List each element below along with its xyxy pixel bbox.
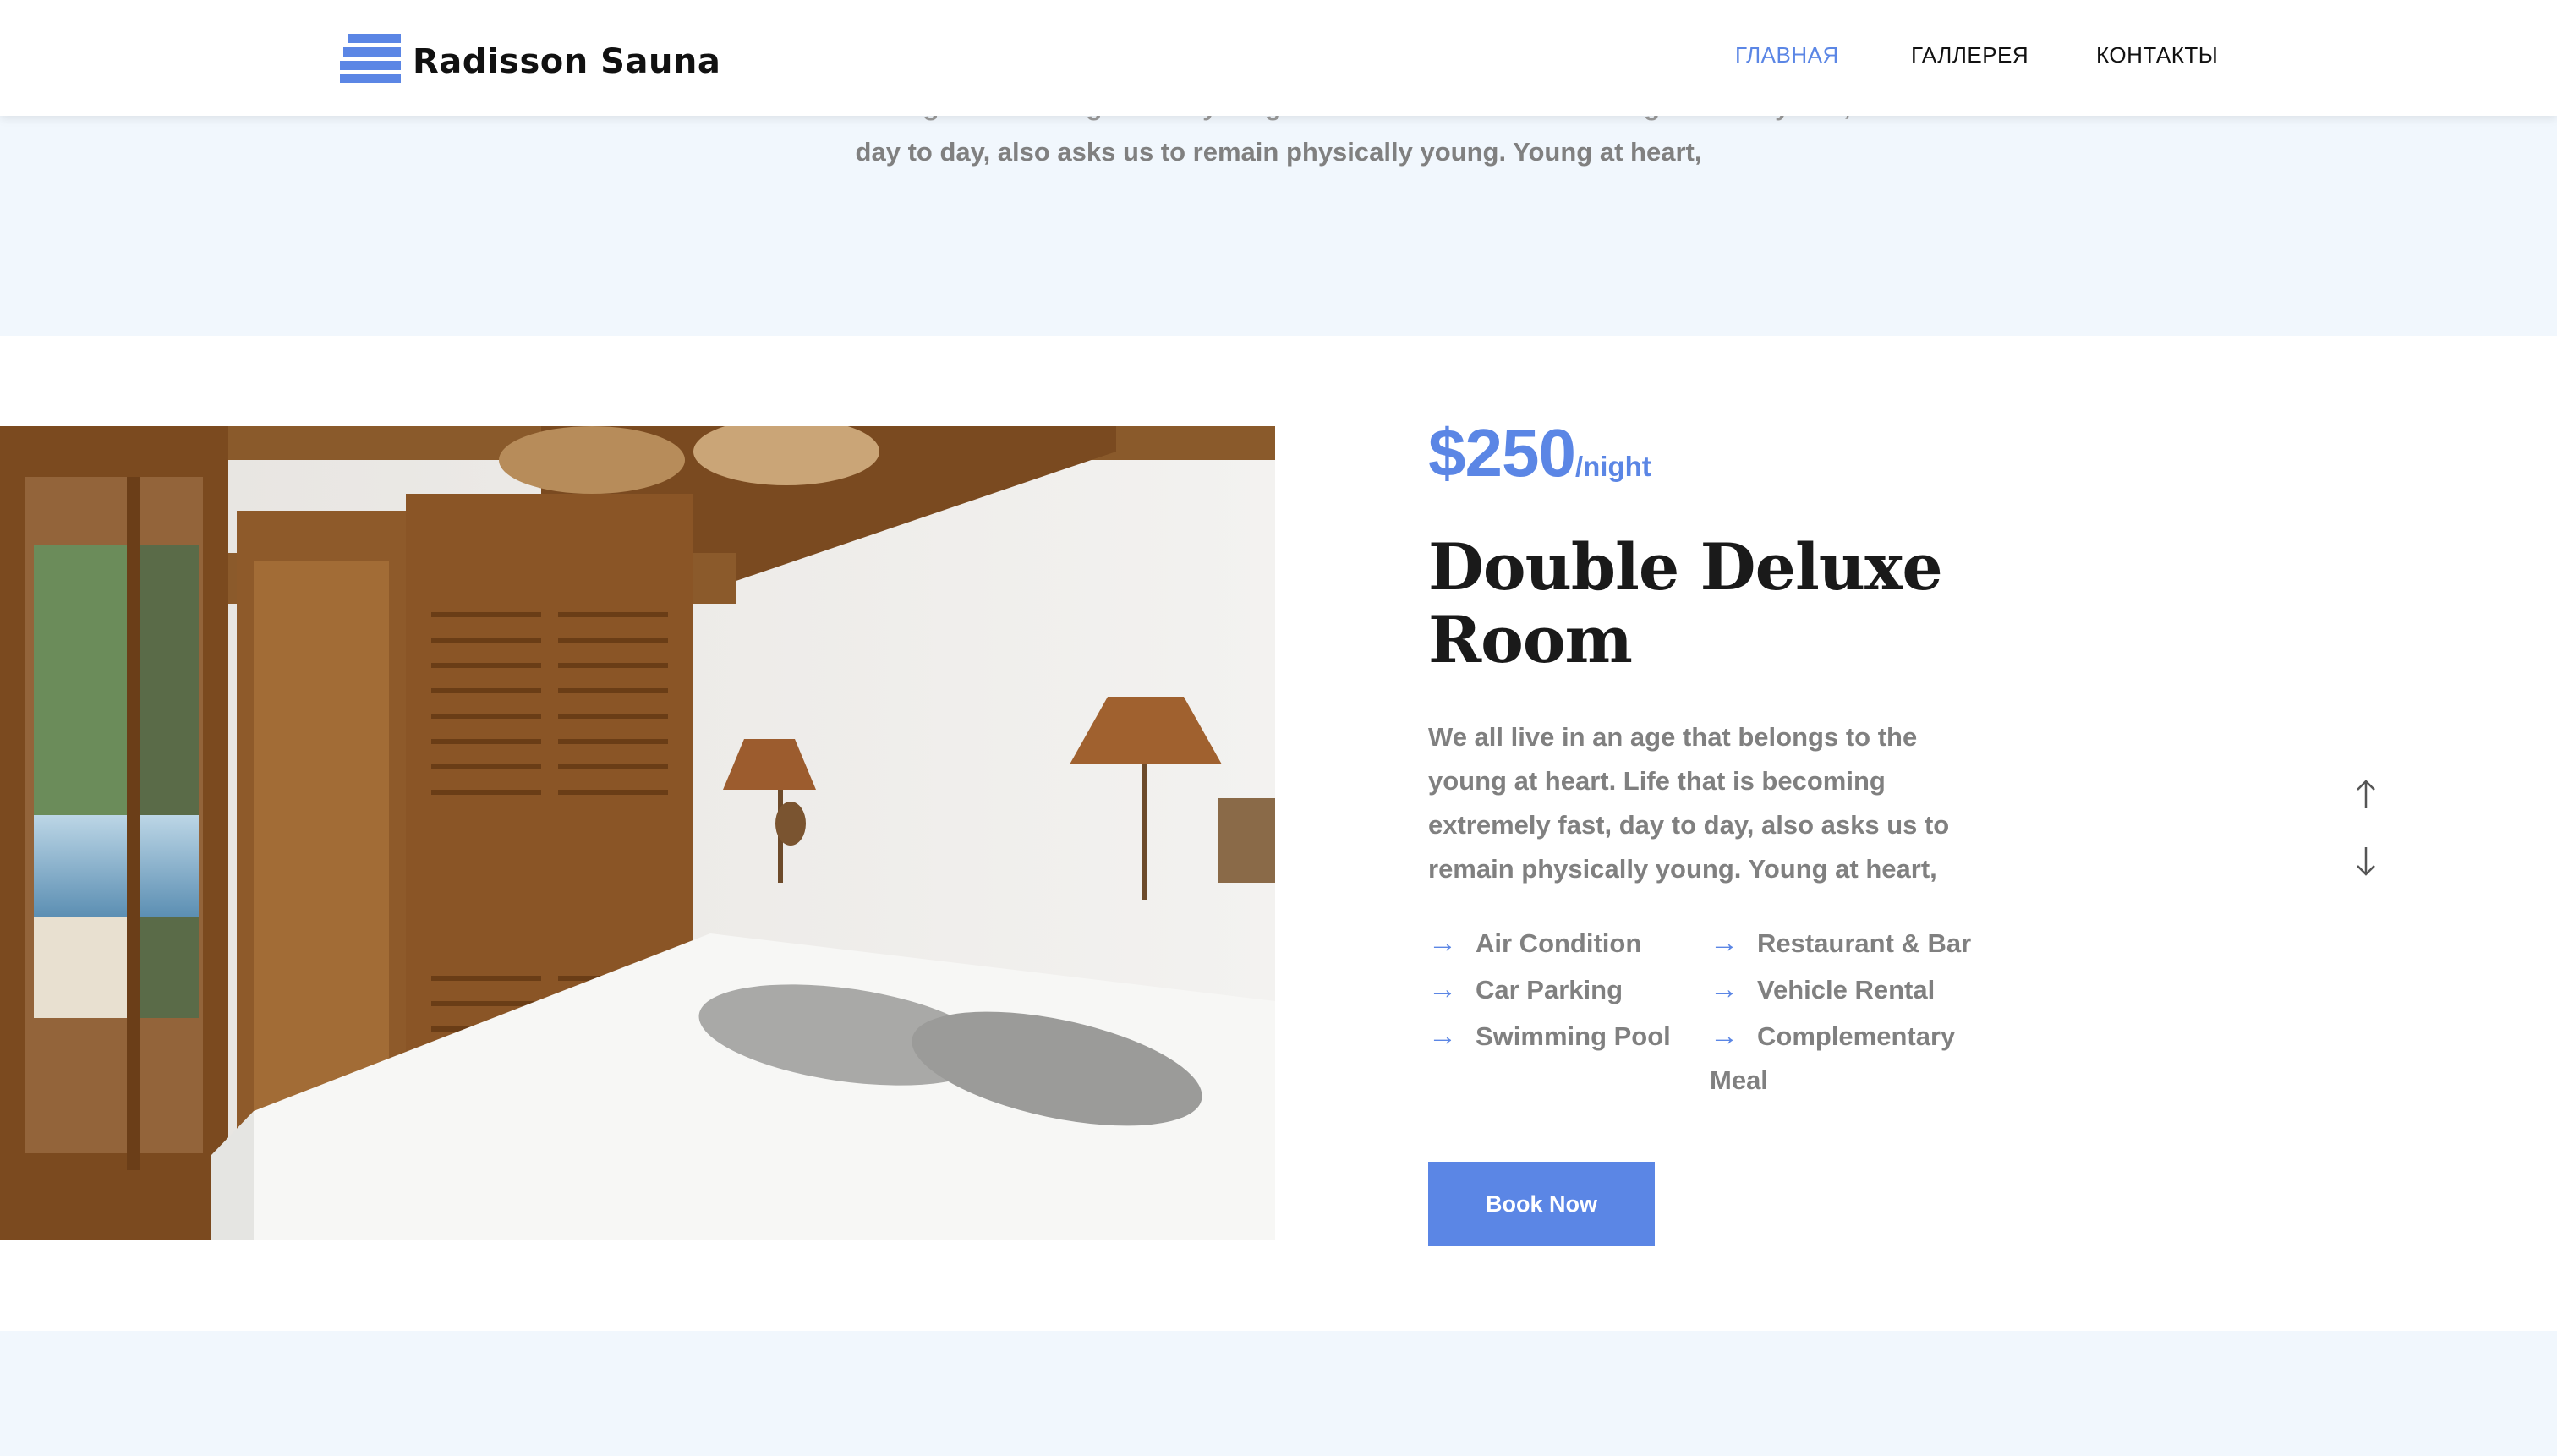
- amenity-label: Complementary Meal: [1710, 1021, 1956, 1095]
- amenity-item: → Complementary Meal: [1710, 1014, 1980, 1103]
- amenity-item: → Restaurant & Bar: [1710, 921, 1971, 966]
- price-unit: /night: [1574, 451, 1651, 482]
- room-title: Double Deluxe Room: [1428, 529, 1943, 677]
- amenity-label: Vehicle Rental: [1757, 975, 1936, 1004]
- nav-contacts[interactable]: КОНТАКТЫ: [2096, 42, 2218, 68]
- amenity-item: → Car Parking: [1428, 967, 1623, 1012]
- book-now-button[interactable]: Book Now: [1428, 1162, 1655, 1246]
- arrow-right-icon: →: [1428, 1020, 1457, 1052]
- arrow-down-icon[interactable]: [2355, 846, 2377, 876]
- arrow-right-icon: →: [1710, 973, 1738, 1005]
- arrow-right-icon: →: [1710, 927, 1738, 959]
- room-price: $250/night: [1428, 414, 1651, 492]
- arrow-right-icon: →: [1710, 1020, 1738, 1052]
- amenity-label: Air Condition: [1476, 928, 1642, 958]
- room-description: We all live in an age that belongs to th…: [1428, 722, 1950, 884]
- amenity-label: Car Parking: [1476, 975, 1623, 1004]
- arrow-up-icon[interactable]: [2355, 780, 2377, 810]
- amenity-item: → Air Condition: [1428, 921, 1641, 966]
- amenity-item: → Vehicle Rental: [1710, 967, 1935, 1012]
- arrow-right-icon: →: [1428, 973, 1457, 1005]
- intro-line-2: day to day, also asks us to remain physi…: [855, 137, 1702, 167]
- logo-icon[interactable]: [337, 29, 402, 85]
- arrow-right-icon: →: [1428, 927, 1457, 959]
- logo-text[interactable]: Radisson Sauna: [413, 42, 720, 81]
- next-section: [0, 1331, 2557, 1456]
- room-photo: [0, 426, 1275, 1240]
- nav-home[interactable]: ГЛАВНАЯ: [1735, 42, 1839, 68]
- nav-gallery[interactable]: ГАЛЛЕРЕЯ: [1911, 42, 2029, 68]
- site-header: Radisson Sauna ГЛАВНАЯ ГАЛЛЕРЕЯ КОНТАКТЫ: [0, 0, 2557, 116]
- amenity-item: → Swimming Pool: [1428, 1014, 1671, 1059]
- amenity-label: Restaurant & Bar: [1757, 928, 1972, 958]
- price-amount: $250: [1428, 415, 1576, 490]
- amenity-label: Swimming Pool: [1476, 1021, 1671, 1051]
